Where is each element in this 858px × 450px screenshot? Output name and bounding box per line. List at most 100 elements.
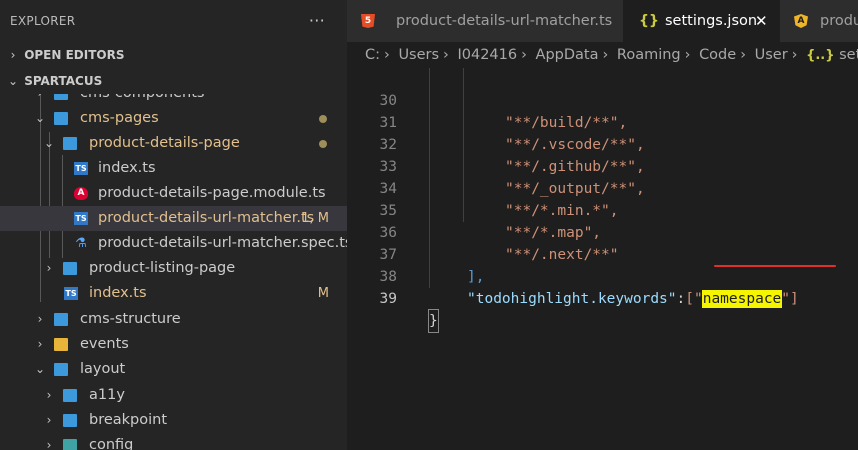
- explorer-title: EXPLORER: [10, 14, 76, 28]
- tab-produ[interactable]: A produ: [780, 0, 858, 42]
- chevron-right-icon: ›: [521, 47, 527, 63]
- tree-item-events[interactable]: › events: [0, 332, 347, 357]
- breadcrumb-item[interactable]: AppData: [536, 47, 599, 63]
- tree-item-cms-pages[interactable]: ⌄ cms-pages: [0, 106, 347, 131]
- test-flask-icon: ⚗: [75, 236, 87, 251]
- json-bracket-open: [": [685, 291, 703, 307]
- workspace-section[interactable]: ⌄ SPARTACUS: [0, 68, 347, 94]
- json-colon: :: [676, 291, 686, 307]
- breadcrumb-item[interactable]: C:: [365, 47, 380, 63]
- breadcrumb-item[interactable]: User: [755, 47, 788, 63]
- breadcrumb-item[interactable]: settings.: [839, 47, 858, 63]
- close-icon[interactable]: ✕: [755, 0, 768, 42]
- tree-item-a11y[interactable]: › a11y: [0, 383, 347, 408]
- chevron-right-icon: ›: [46, 438, 52, 450]
- json-bracket-close: "]: [781, 291, 799, 307]
- tree-item-label: events: [80, 336, 129, 352]
- typescript-icon: TS: [64, 287, 78, 300]
- workspace-label: SPARTACUS: [24, 74, 103, 88]
- tree-item-cms-structure[interactable]: › cms-structure: [0, 307, 347, 332]
- chevron-right-icon: ›: [602, 47, 609, 63]
- chevron-right-icon: ›: [740, 47, 746, 63]
- tree-item-label: index.ts: [89, 285, 147, 301]
- angular-icon: A: [794, 14, 808, 28]
- chevron-down-icon: ⌄: [34, 362, 46, 376]
- chevron-right-icon: ›: [10, 48, 16, 62]
- folder-icon: [54, 94, 68, 100]
- typescript-icon: TS: [74, 212, 88, 225]
- highlighted-keyword: namespace: [701, 290, 783, 308]
- chevron-right-icon: ›: [791, 47, 798, 63]
- tree-item-product-listing-page[interactable]: › product-listing-page: [0, 256, 347, 281]
- tree-item-cms-components[interactable]: › cms-components: [0, 94, 347, 106]
- tree-item-index-ts-modified[interactable]: TS index.ts M: [0, 281, 347, 306]
- folder-icon: [54, 313, 68, 326]
- explorer-header: EXPLORER ···: [0, 0, 347, 42]
- typescript-icon: TS: [74, 162, 88, 175]
- json-icon: {}: [639, 13, 659, 29]
- tree-item-label: breakpoint: [89, 412, 168, 428]
- code-line: 32 "**/.github/**",: [347, 112, 858, 175]
- json-icon: {..}: [806, 48, 835, 63]
- tree-item-label: cms-structure: [80, 311, 181, 327]
- red-underline-annotation: [714, 265, 836, 267]
- code-line: 36 "**/.next/**": [347, 200, 858, 263]
- chevron-right-icon: ›: [37, 337, 43, 351]
- breadcrumb-item[interactable]: Users: [398, 47, 439, 63]
- tree-item-product-details-page[interactable]: ⌄ product-details-page: [0, 131, 347, 156]
- code-line: 38 "todohighlight.keywords":["namespace"…: [347, 244, 858, 308]
- code-line: 31 "**/.vscode/**",: [347, 90, 858, 153]
- tree-item-breakpoint[interactable]: › breakpoint: [0, 408, 347, 433]
- tree-item-label: cms-pages: [80, 110, 159, 126]
- line-number: 39: [379, 291, 397, 307]
- html-icon: 5: [361, 14, 375, 28]
- folder-config-icon: [63, 439, 77, 450]
- tree-item-label: product-details-url-matcher.spec.ts: [98, 235, 347, 251]
- chevron-right-icon: ›: [443, 47, 449, 63]
- tree-item-label: product-details-page: [89, 135, 240, 151]
- tab-settings-json[interactable]: {} settings.json ✕: [623, 0, 780, 42]
- explorer-sidebar: EXPLORER ··· › OPEN EDITORS ⌄ SPARTACUS …: [0, 0, 347, 450]
- open-editors-label: OPEN EDITORS: [24, 48, 125, 62]
- tree-item-label: index.ts: [98, 160, 156, 176]
- tree-item-module-ts[interactable]: A product-details-page.module.ts: [0, 181, 347, 206]
- json-key: "todohighlight.keywords": [467, 291, 677, 307]
- tree-item-url-matcher-spec-ts[interactable]: ⚗ product-details-url-matcher.spec.ts: [0, 231, 347, 256]
- folder-icon: [63, 389, 77, 402]
- tree-item-label: cms-components: [80, 94, 204, 106]
- code-text: }: [428, 309, 439, 333]
- code-line: 37 ],: [347, 222, 858, 285]
- modified-dot: [319, 140, 327, 148]
- tree-item-label: product-listing-page: [89, 260, 236, 276]
- chevron-right-icon: ›: [46, 388, 52, 402]
- git-status-badge: 1, M: [301, 211, 329, 226]
- tree-item-label: layout: [80, 361, 126, 377]
- file-tree: › cms-components ⌄ cms-pages ⌄ product-d…: [0, 94, 347, 450]
- open-editors-section[interactable]: › OPEN EDITORS: [0, 42, 347, 68]
- code-line: 35 "**/*.map",: [347, 178, 858, 241]
- code-line: 33 "**/_output/**",: [347, 134, 858, 197]
- breadcrumb: C: › Users › I042416 › AppData › Roaming › Co…: [347, 42, 858, 68]
- editor-area: 5 product-details-url-matcher.ts {} sett…: [347, 0, 858, 450]
- code-line: 30 "**/build/**",: [347, 68, 858, 131]
- tree-item-url-matcher-ts[interactable]: TS product-details-url-matcher.ts 1, M: [0, 206, 347, 231]
- breadcrumb-item[interactable]: I042416: [457, 47, 517, 63]
- chevron-right-icon: ›: [37, 312, 43, 326]
- folder-layout-icon: [54, 363, 68, 376]
- folder-open-icon: [54, 112, 68, 125]
- tab-url-matcher[interactable]: 5 product-details-url-matcher.ts: [347, 0, 623, 42]
- folder-events-icon: [54, 338, 68, 351]
- tree-item-layout[interactable]: ⌄ layout: [0, 357, 347, 382]
- tree-item-index-ts[interactable]: TS index.ts: [0, 156, 347, 181]
- more-actions-icon[interactable]: ···: [309, 0, 325, 42]
- tree-item-label: product-details-url-matcher.ts: [98, 210, 315, 226]
- chevron-down-icon: ⌄: [34, 111, 46, 125]
- tree-item-label: a11y: [89, 387, 125, 403]
- tree-item-config[interactable]: › config: [0, 433, 347, 450]
- tab-bar: 5 product-details-url-matcher.ts {} sett…: [347, 0, 858, 42]
- angular-icon: A: [74, 187, 88, 200]
- breadcrumb-item[interactable]: Roaming: [617, 47, 681, 63]
- code-line: 39 }: [347, 266, 858, 333]
- chevron-right-icon: ›: [684, 47, 691, 63]
- breadcrumb-item[interactable]: Code: [699, 47, 736, 63]
